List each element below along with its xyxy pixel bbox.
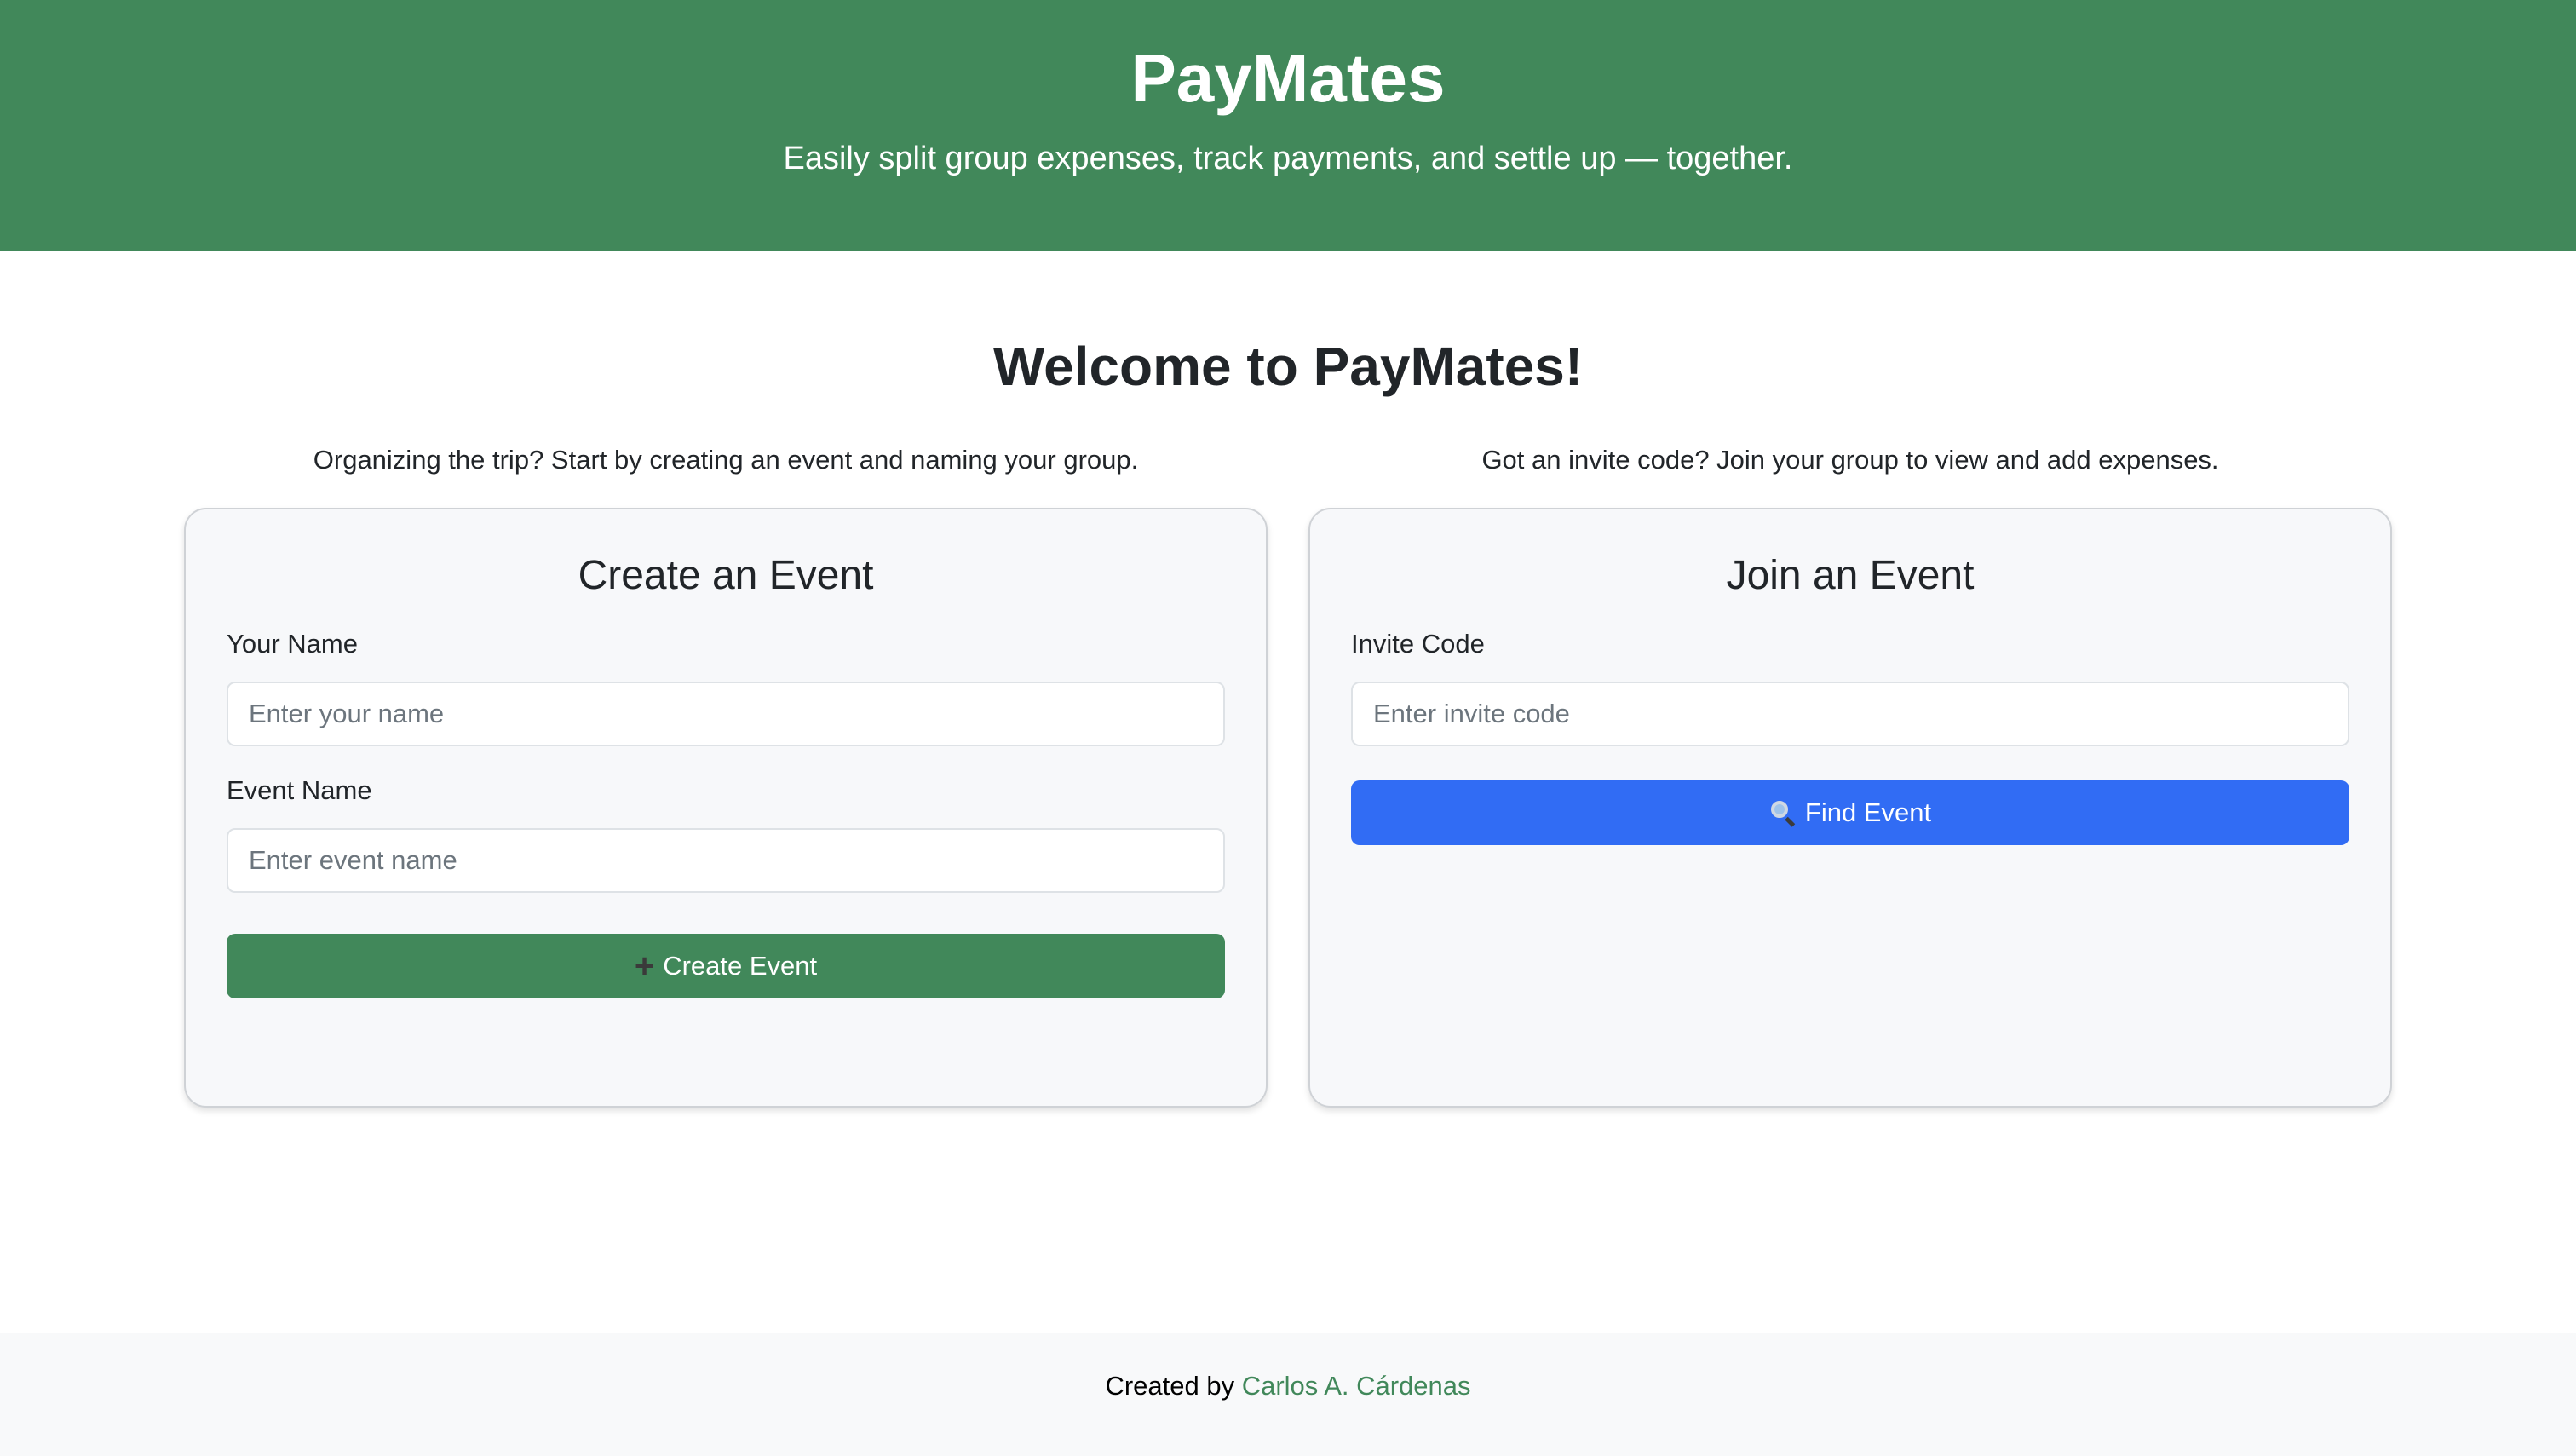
magnifying-glass-icon xyxy=(1769,799,1797,827)
join-event-card: Join an Event Invite Code Find Event xyxy=(1308,508,2392,1108)
create-event-button-label: Create Event xyxy=(663,951,818,981)
welcome-heading: Welcome to PayMates! xyxy=(992,336,1584,397)
create-event-title: Create an Event xyxy=(578,553,874,598)
author-link[interactable]: Carlos A. Cárdenas xyxy=(1242,1371,1471,1401)
event-name-input[interactable] xyxy=(227,828,1225,893)
your-name-input[interactable] xyxy=(227,682,1225,746)
page-footer: Created by Carlos A. Cárdenas xyxy=(0,1333,2576,1456)
create-intro-text: Organizing the trip? Start by creating a… xyxy=(313,445,1139,475)
app-tagline: Easily split group expenses, track payme… xyxy=(783,141,1793,176)
footer-prefix: Created by xyxy=(1105,1371,1242,1401)
find-event-button-label: Find Event xyxy=(1804,797,1932,827)
your-name-label: Your Name xyxy=(227,629,358,659)
plus-icon: + xyxy=(634,947,655,985)
footer-credit: Created by Carlos A. Cárdenas xyxy=(0,1367,2576,1405)
invite-code-label: Invite Code xyxy=(1351,629,1485,659)
event-name-label: Event Name xyxy=(227,775,372,805)
app-header: PayMates Easily split group expenses, tr… xyxy=(0,0,2576,251)
invite-code-input[interactable] xyxy=(1351,682,2349,746)
app-title: PayMates xyxy=(1130,40,1446,116)
create-event-button[interactable]: + Create Event xyxy=(227,934,1225,998)
create-event-card: Create an Event Your Name Event Name + C… xyxy=(184,508,1268,1108)
join-intro-text: Got an invite code? Join your group to v… xyxy=(1481,445,2219,475)
find-event-button[interactable]: Find Event xyxy=(1351,780,2349,845)
join-event-title: Join an Event xyxy=(1726,553,1975,598)
